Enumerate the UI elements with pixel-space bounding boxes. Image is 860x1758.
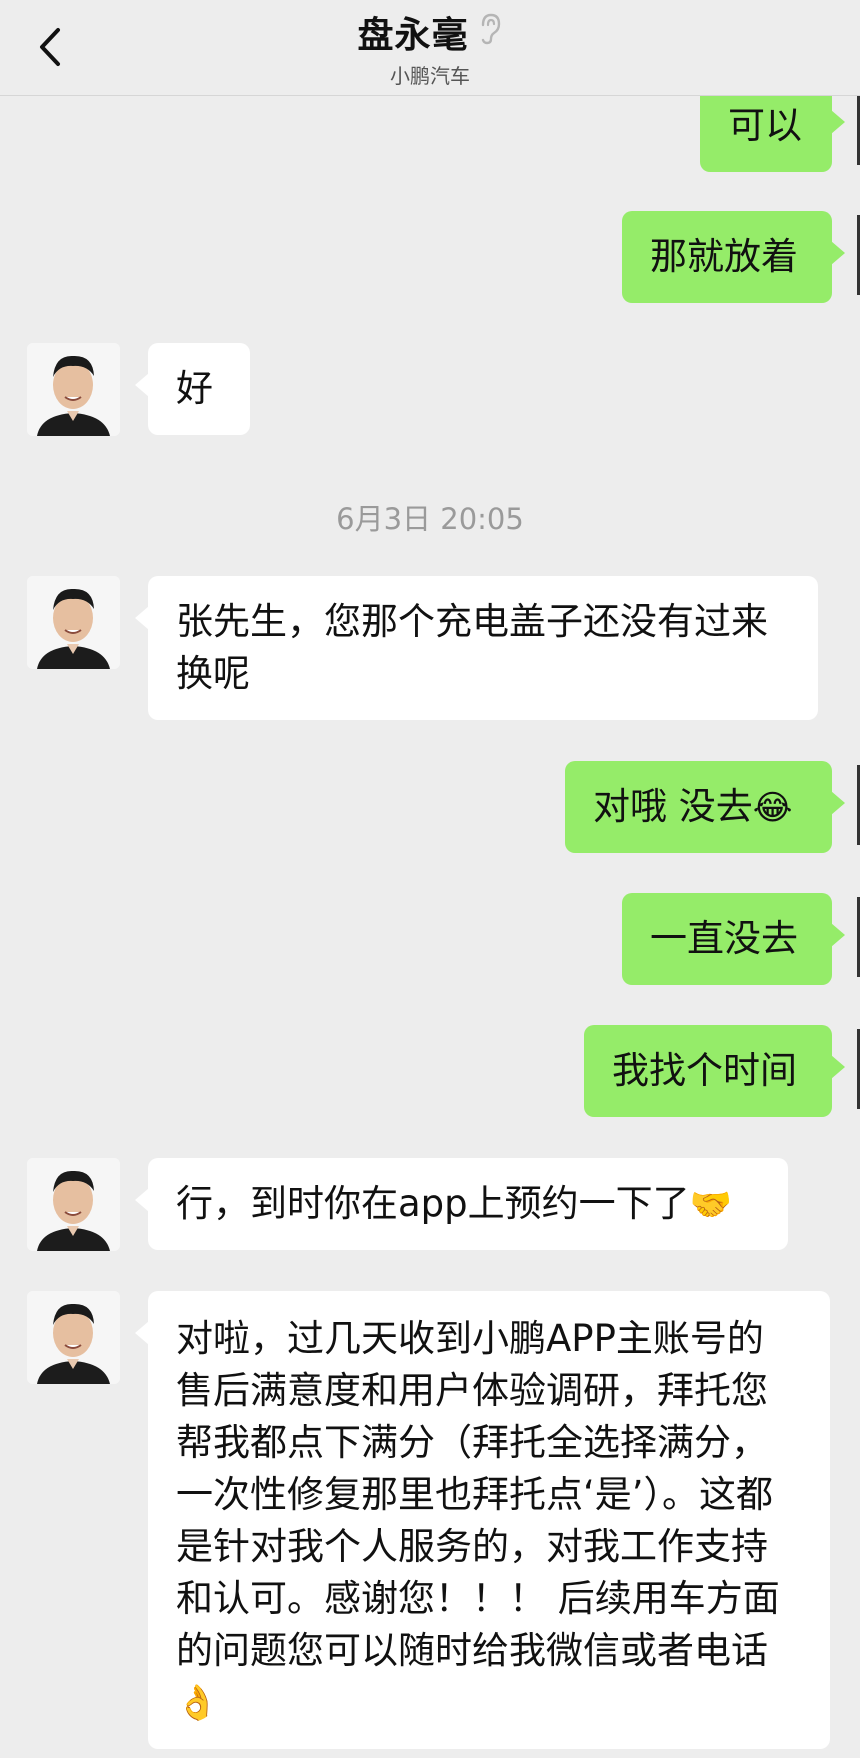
message-text-line: 张先生，您那个充电盖子还没有过来 [176, 600, 768, 643]
message-text-line: 售后满意度和用户体验调研，拜托您 [176, 1369, 768, 1412]
header-title-group: 盘永毫 小鹏汽车 [0, 6, 860, 89]
message-text: 可以 [728, 104, 802, 147]
message-text-line: 的问题您可以随时给我微信或者电话 [176, 1629, 768, 1672]
message-text-line: 换呢 [176, 652, 250, 695]
message-text: 好 [176, 367, 213, 410]
message-bubble-incoming[interactable]: 行，到时你在app上预约一下了🤝 [135, 1158, 788, 1250]
message-text: 对哦 没去 [593, 785, 753, 828]
person-avatar-icon [27, 1158, 120, 1251]
handshake-emoji-icon: 🤝 [689, 1185, 732, 1225]
contact-avatar[interactable] [27, 343, 120, 436]
message-text-line: 是针对我个人服务的，对我工作支持 [176, 1525, 768, 1568]
person-avatar-icon [27, 576, 120, 669]
contact-avatar[interactable] [27, 1158, 120, 1251]
contact-avatar[interactable] [27, 1291, 120, 1384]
contact-company: 小鹏汽车 [390, 64, 470, 88]
message-bubble-outgoing[interactable]: 我找个时间 [584, 1025, 845, 1117]
contact-avatar[interactable] [27, 576, 120, 669]
timestamp: 6月3日 20:05 [336, 502, 524, 536]
person-avatar-icon [27, 343, 120, 436]
message-bubble-outgoing[interactable]: 那就放着 [622, 211, 845, 303]
message-bubble-incoming[interactable]: 对啦，过几天收到小鹏APP主账号的 售后满意度和用户体验调研，拜托您 帮我都点下… [135, 1291, 830, 1749]
message-text-line: 和认可。感谢您！！！ 后续用车方面 [176, 1577, 780, 1620]
message-text: 那就放着 [650, 235, 798, 278]
ear-icon [477, 12, 503, 50]
message-bubble-outgoing[interactable]: 对哦 没去😂 [565, 761, 845, 853]
ok-hand-emoji-icon: 👌 [176, 1683, 219, 1723]
message-text-line: 帮我都点下满分（拜托全选择满分， [176, 1421, 768, 1464]
message-text-line: 一次性修复那里也拜托点‘是’）。这都 [176, 1473, 774, 1516]
message-text: 我找个时间 [612, 1049, 797, 1092]
message-text: 行，到时你在app上预约一下了 [176, 1182, 690, 1225]
message-bubble-incoming[interactable]: 好 [135, 343, 250, 435]
message-text: 一直没去 [650, 917, 798, 960]
message-bubble-incoming[interactable]: 张先生，您那个充电盖子还没有过来 换呢 [135, 576, 818, 720]
contact-name: 盘永毫 [357, 15, 469, 56]
person-avatar-icon [27, 1291, 120, 1384]
message-text-line: 对啦，过几天收到小鹏APP主账号的 [176, 1317, 764, 1360]
chat-area: 可以 那就放着 好 6月3日 20:05 张先生，您那个充电盖子还没有过来 换呢… [0, 0, 860, 1758]
message-bubble-outgoing[interactable]: 一直没去 [622, 893, 845, 985]
laugh-cry-emoji-icon: 😂 [752, 788, 793, 828]
chat-header: 盘永毫 小鹏汽车 [0, 0, 860, 96]
